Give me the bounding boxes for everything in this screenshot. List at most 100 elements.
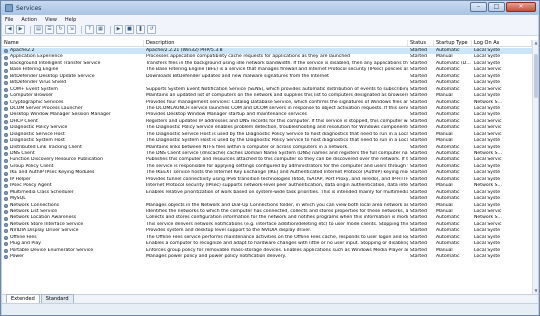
service-name-cell: Network Connections: [2, 203, 144, 209]
service-startup-type: Manual: [436, 208, 453, 214]
service-name: IPsec Policy Agent: [10, 183, 52, 189]
service-status: Started: [410, 254, 427, 260]
tab-extended[interactable]: Extended: [6, 294, 40, 303]
service-startup-type: Automatic: [436, 228, 460, 234]
service-description: Publishes this computer and resources at…: [146, 157, 408, 163]
service-log-on-as: Local Syste: [474, 254, 501, 260]
list-view-icon[interactable]: ☰: [45, 25, 54, 34]
service-status: Started: [410, 99, 427, 105]
service-log-on-as: Local Syste: [474, 60, 501, 66]
service-startup-type: Automatic: [436, 221, 460, 227]
column-header-startup-type[interactable]: Startup Type: [434, 40, 472, 46]
service-status: Started: [410, 215, 427, 221]
service-startup-type: Automatic: [436, 157, 460, 163]
toolbar-separator: [81, 25, 82, 34]
service-name: Network Store Interface Service: [10, 221, 84, 227]
service-gear-icon: [4, 235, 8, 240]
service-description: Collects and stores configuration inform…: [146, 215, 408, 221]
tab-standard[interactable]: Standard: [40, 294, 74, 303]
menu-file[interactable]: File: [5, 17, 13, 23]
export-list-icon[interactable]: ⇲: [67, 25, 76, 34]
column-header-name[interactable]: Name: [2, 40, 144, 46]
service-name: MySQL: [10, 196, 26, 202]
service-startup-type: Automatic: [436, 234, 460, 240]
service-description: Provides Desktop Window Manager startup …: [146, 112, 307, 118]
service-description: Provides system and desktop level suppor…: [146, 228, 312, 234]
column-header-description[interactable]: Description: [144, 40, 408, 46]
service-name-cell: Computer Browser: [2, 93, 144, 99]
service-status: Started: [410, 67, 427, 73]
service-name: Plug and Play: [10, 241, 42, 247]
service-name: Multimedia Class Scheduler: [10, 189, 74, 195]
service-log-on-as: Local Syste: [474, 105, 501, 111]
column-header-status[interactable]: Status: [408, 40, 434, 46]
service-log-on-as: Network S...: [474, 215, 502, 221]
minimize-button[interactable]: –: [470, 2, 487, 12]
service-description: The Diagnostic Policy Service enables pr…: [146, 125, 408, 131]
refresh-icon[interactable]: ↻: [56, 25, 65, 34]
console-tree-icon[interactable]: ▤: [34, 25, 43, 34]
toolbar-separator: [30, 25, 31, 34]
service-log-on-as: Network S...: [474, 183, 502, 189]
restart-service-icon[interactable]: ↺: [147, 25, 156, 34]
service-gear-icon: [4, 81, 8, 86]
menu-help[interactable]: Help: [65, 17, 76, 23]
service-startup-type: Automatic: [436, 196, 460, 202]
menu-action[interactable]: Action: [21, 17, 37, 23]
service-name-cell: Diagnostic Policy Service: [2, 125, 144, 131]
service-name: Application Experience: [10, 54, 63, 60]
back-arrow-icon[interactable]: ◀: [5, 25, 14, 34]
scroll-up-icon[interactable]: ▲: [533, 40, 539, 46]
service-gear-icon: [4, 190, 8, 195]
service-name: Power: [10, 254, 24, 260]
menu-view[interactable]: View: [45, 17, 57, 23]
service-log-on-as: Local Syste: [474, 202, 501, 208]
service-status: Started: [410, 189, 427, 195]
service-description: Transfers files in the background using …: [146, 60, 408, 66]
service-name-cell: COM+ Event System: [2, 87, 144, 93]
service-description: Supports System Event Notification Servi…: [146, 86, 408, 92]
start-service-icon[interactable]: ▶: [114, 25, 123, 34]
help-icon[interactable]: ?: [85, 25, 94, 34]
service-name: NVIDIA Display Driver Service: [10, 228, 79, 234]
service-status: Started: [410, 183, 427, 189]
column-header-log-on-as[interactable]: Log On As: [472, 40, 532, 46]
service-startup-type: Manual: [436, 138, 453, 144]
service-name-cell: Cryptographic Services: [2, 100, 144, 106]
service-name-cell: DHCP Client: [2, 119, 144, 125]
service-status: Started: [410, 54, 427, 60]
service-gear-icon: [4, 49, 8, 54]
title-bar[interactable]: Services – □ ✕: [1, 1, 539, 15]
service-status: Started: [410, 151, 427, 157]
forward-arrow-icon[interactable]: ▶: [16, 25, 25, 34]
service-status: Started: [410, 80, 427, 86]
pause-service-icon[interactable]: ❚: [136, 25, 145, 34]
service-gear-icon: [4, 126, 8, 131]
service-log-on-as: Local Syste: [474, 112, 501, 118]
service-gear-icon: [4, 107, 8, 112]
maximize-button[interactable]: □: [488, 2, 505, 12]
properties-icon[interactable]: ▦: [96, 25, 105, 34]
service-description: Processes application compatibility cach…: [146, 54, 350, 60]
service-description: Registers and updates IP addresses and D…: [146, 118, 408, 124]
vertical-scrollbar[interactable]: ▲ ▼: [532, 40, 538, 294]
service-name: Diagnostic System Host: [10, 138, 65, 144]
service-name: DHCP Client: [10, 118, 38, 124]
close-button[interactable]: ✕: [506, 2, 536, 12]
service-status: Started: [410, 60, 427, 66]
service-description: Apache/2.2.21 (Win32) PHP/5.3.8: [146, 48, 223, 54]
service-description: Enforces group policy for removable mass…: [146, 247, 408, 253]
service-gear-icon: [4, 171, 8, 176]
services-window: Services – □ ✕ File Action View Help ◀ ▶…: [0, 0, 540, 316]
service-gear-icon: [4, 55, 8, 60]
service-log-on-as: Local Servic: [474, 131, 502, 137]
service-startup-type: Automatic: [436, 112, 460, 118]
service-startup-type: Manual: [436, 131, 453, 137]
scrollbar-thumb[interactable]: [534, 54, 538, 98]
stop-service-icon[interactable]: ■: [125, 25, 134, 34]
service-name: Network Connections: [10, 202, 60, 208]
service-startup-type: Automatic: [436, 215, 460, 221]
service-startup-type: Manual: [436, 247, 453, 253]
service-log-on-as: Local Syste: [474, 48, 501, 54]
table-row[interactable]: Power Manages power policy and power poli…: [2, 254, 532, 260]
